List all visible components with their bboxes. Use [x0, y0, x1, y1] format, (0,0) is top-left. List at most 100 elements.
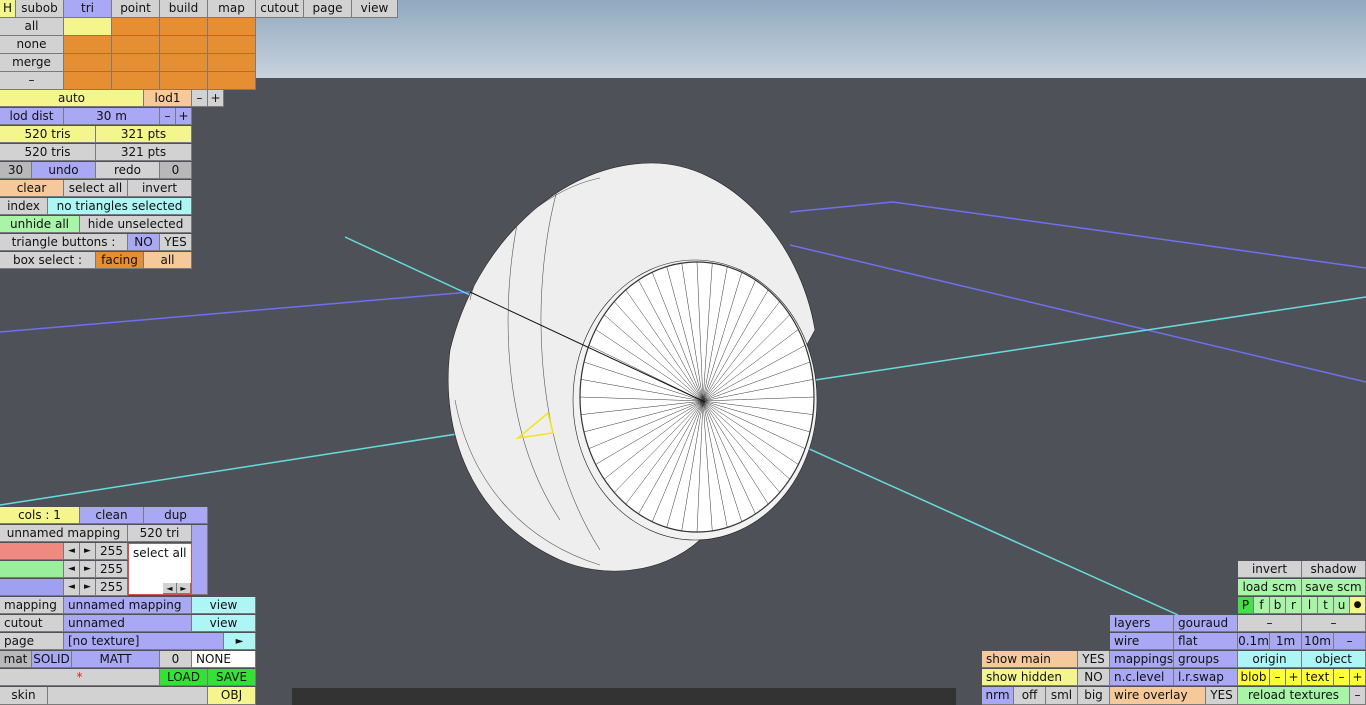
blob-button[interactable]: blob: [1238, 669, 1270, 686]
mapping-list[interactable]: select all ◄ ►: [128, 543, 192, 595]
select-all-button[interactable]: all: [0, 18, 64, 36]
group-slot[interactable]: [160, 18, 208, 36]
grid-0-1m-button[interactable]: 0.1m: [1238, 633, 1270, 650]
lod-dist-value[interactable]: 30 m: [64, 108, 160, 125]
origin-button[interactable]: origin: [1238, 651, 1302, 668]
group-slot[interactable]: [64, 18, 112, 36]
text-plus-button[interactable]: +: [1350, 669, 1366, 686]
page-select[interactable]: [no texture]: [64, 633, 224, 650]
grid-10m-button[interactable]: 10m: [1302, 633, 1334, 650]
tab-tri[interactable]: tri: [64, 0, 112, 18]
blue-dec-button[interactable]: ◄: [64, 579, 80, 596]
nrm-button[interactable]: nrm: [982, 687, 1014, 705]
red-inc-button[interactable]: ►: [80, 543, 96, 560]
hide-unselected-button[interactable]: hide unselected: [80, 216, 192, 233]
mapping-select[interactable]: unnamed mapping: [64, 597, 192, 614]
wire-button[interactable]: wire: [1110, 633, 1174, 650]
wire-overlay-yes[interactable]: YES: [1206, 687, 1238, 705]
cutout-view-button[interactable]: view: [192, 615, 256, 632]
text-minus-button[interactable]: –: [1334, 669, 1350, 686]
reload-textures-button[interactable]: reload textures: [1238, 687, 1350, 705]
show-hidden-button[interactable]: show hidden: [982, 669, 1078, 686]
layers-button[interactable]: layers: [1110, 615, 1174, 632]
clear-selection-button[interactable]: clear: [0, 180, 64, 197]
flat-button[interactable]: flat: [1174, 633, 1238, 650]
group-slot[interactable]: [160, 36, 208, 54]
list-prev-button[interactable]: ◄: [163, 583, 177, 594]
list-next-button[interactable]: ►: [177, 583, 191, 594]
lod-minus-button[interactable]: –: [192, 90, 208, 107]
grid-minus-button[interactable]: –: [1334, 633, 1366, 650]
group-slot[interactable]: [64, 72, 112, 90]
lr-swap-button[interactable]: l.r.swap: [1174, 669, 1238, 686]
tab-page[interactable]: page: [304, 0, 352, 18]
triangle-buttons-no[interactable]: NO: [128, 234, 160, 251]
red-dec-button[interactable]: ◄: [64, 543, 80, 560]
group-slot[interactable]: [208, 72, 256, 90]
dup-button[interactable]: dup: [144, 507, 208, 524]
group-slot[interactable]: [160, 54, 208, 72]
view-r-button[interactable]: r: [1286, 597, 1302, 614]
unhide-all-button[interactable]: unhide all: [0, 216, 80, 233]
load-button[interactable]: LOAD: [160, 669, 208, 686]
show-main-button[interactable]: show main: [982, 651, 1078, 668]
dash-button-2[interactable]: –: [1302, 615, 1366, 632]
view-b-button[interactable]: b: [1270, 597, 1286, 614]
shadow-button[interactable]: shadow: [1302, 561, 1366, 578]
blue-inc-button[interactable]: ►: [80, 579, 96, 596]
green-inc-button[interactable]: ►: [80, 561, 96, 578]
view-t-button[interactable]: t: [1318, 597, 1334, 614]
clean-button[interactable]: clean: [80, 507, 144, 524]
page-arrow-button[interactable]: ►: [224, 633, 256, 650]
redo-button[interactable]: redo: [96, 162, 160, 179]
group-slot[interactable]: [208, 18, 256, 36]
lod-auto-button[interactable]: auto: [0, 90, 144, 107]
text-button[interactable]: text: [1302, 669, 1334, 686]
grid-1m-button[interactable]: 1m: [1270, 633, 1302, 650]
horizontal-scrollbar[interactable]: [292, 688, 956, 705]
red-value[interactable]: 255: [96, 543, 128, 560]
sml-button[interactable]: sml: [1046, 687, 1078, 705]
dash-button-1[interactable]: –: [1238, 615, 1302, 632]
dot-icon[interactable]: ●: [1350, 597, 1366, 614]
save-scm-button[interactable]: save scm: [1302, 579, 1366, 596]
group-slot[interactable]: [112, 36, 160, 54]
group-slot[interactable]: [112, 72, 160, 90]
nc-level-button[interactable]: n.c.level: [1110, 669, 1174, 686]
view-l-button[interactable]: l: [1302, 597, 1318, 614]
skin-button[interactable]: skin: [0, 687, 48, 705]
cols-button[interactable]: cols : 1: [0, 507, 80, 524]
off-button[interactable]: off: [1014, 687, 1046, 705]
mat-matt-button[interactable]: MATT: [72, 651, 160, 668]
blob-minus-button[interactable]: –: [1270, 669, 1286, 686]
tab-view[interactable]: view: [352, 0, 398, 18]
cutout-select[interactable]: unnamed: [64, 615, 192, 632]
group-slot[interactable]: [112, 54, 160, 72]
list-scrollbar[interactable]: [192, 525, 208, 595]
triangle-buttons-yes[interactable]: YES: [160, 234, 192, 251]
big-button[interactable]: big: [1078, 687, 1110, 705]
index-button[interactable]: index: [0, 198, 48, 215]
green-value[interactable]: 255: [96, 561, 128, 578]
mat-none-field[interactable]: NONE: [192, 651, 256, 668]
tab-map[interactable]: map: [208, 0, 256, 18]
groups-button[interactable]: groups: [1174, 651, 1238, 668]
save-button[interactable]: SAVE: [208, 669, 256, 686]
mat-number[interactable]: 0: [160, 651, 192, 668]
green-dec-button[interactable]: ◄: [64, 561, 80, 578]
lod-name-button[interactable]: lod1: [144, 90, 192, 107]
mapping-view-button[interactable]: view: [192, 597, 256, 614]
group-slot[interactable]: [208, 36, 256, 54]
load-scm-button[interactable]: load scm: [1238, 579, 1302, 596]
lod-dist-minus-button[interactable]: –: [160, 108, 176, 125]
blue-value[interactable]: 255: [96, 579, 128, 596]
group-slot[interactable]: [112, 18, 160, 36]
obj-button[interactable]: OBJ: [208, 687, 256, 705]
view-f-button[interactable]: f: [1254, 597, 1270, 614]
show-hidden-no[interactable]: NO: [1078, 669, 1110, 686]
group-slot[interactable]: [64, 54, 112, 72]
skin-field[interactable]: [48, 687, 208, 705]
lod-plus-button[interactable]: +: [208, 90, 224, 107]
blob-plus-button[interactable]: +: [1286, 669, 1302, 686]
tab-cutout[interactable]: cutout: [256, 0, 304, 18]
